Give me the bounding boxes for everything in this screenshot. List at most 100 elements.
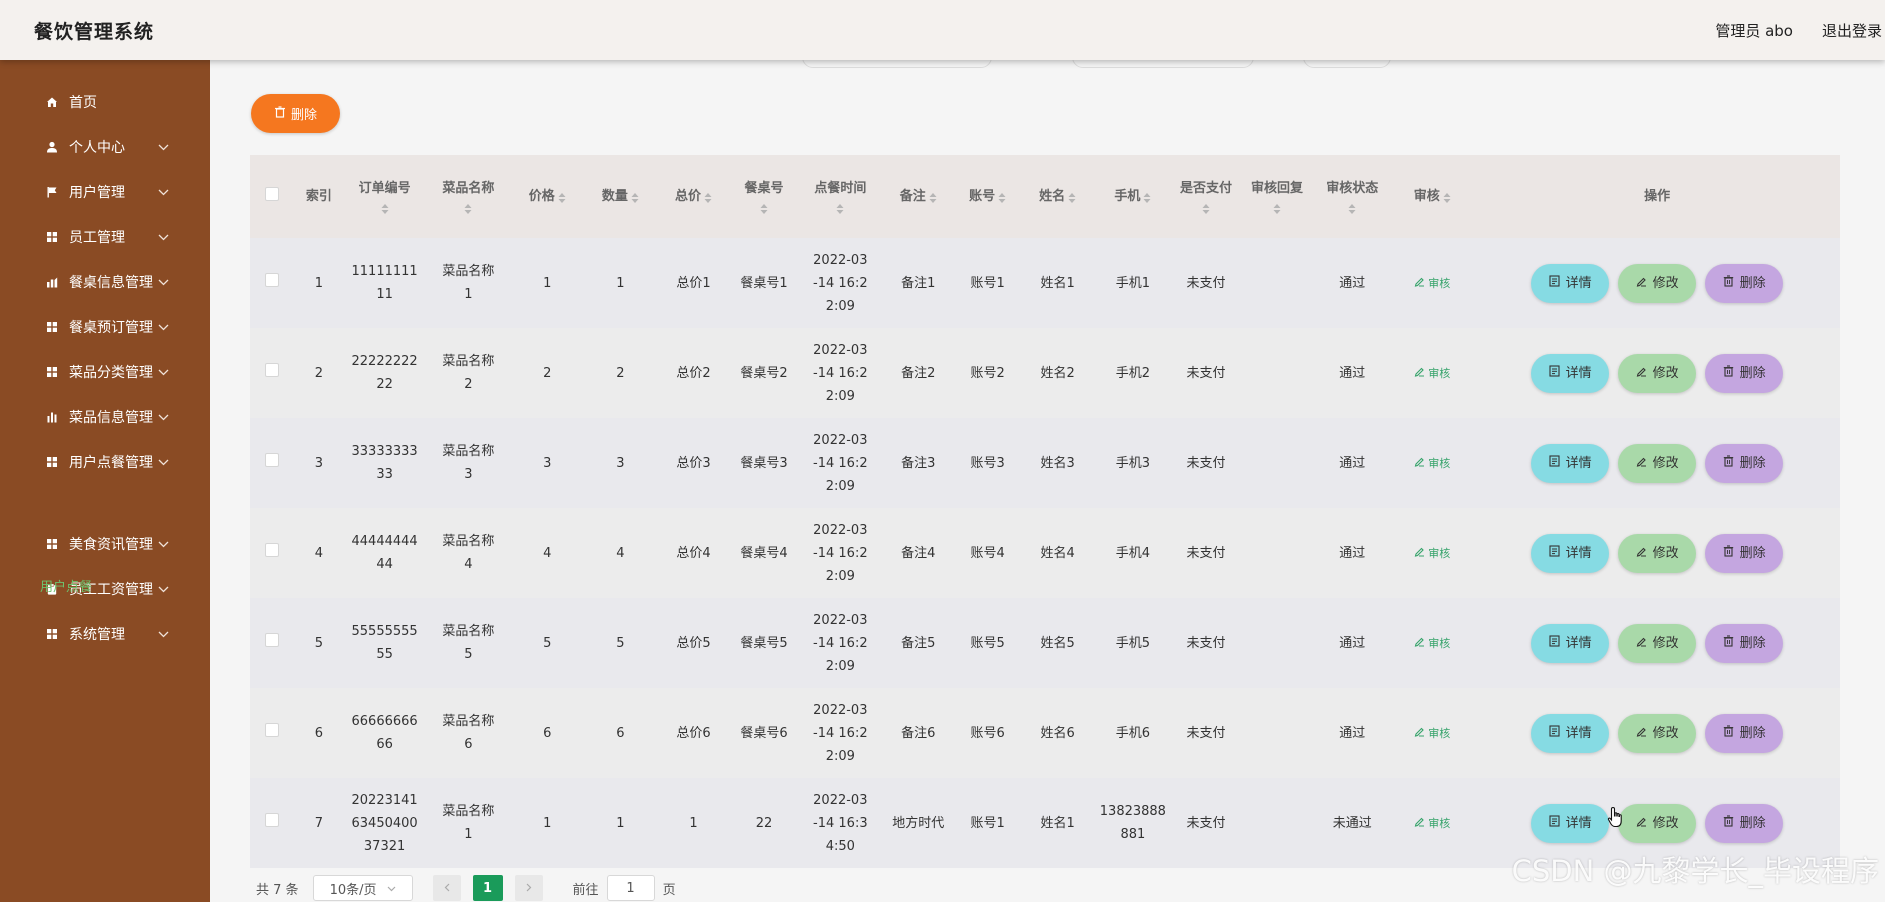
detail-button[interactable]: 详情 (1531, 623, 1610, 663)
detail-button[interactable]: 详情 (1531, 713, 1610, 753)
batch-delete-button[interactable]: 删除 (251, 94, 340, 133)
sort-icon[interactable] (704, 191, 712, 203)
sort-icon[interactable] (1348, 202, 1356, 214)
row-checkbox[interactable] (265, 272, 280, 287)
delete-button[interactable]: 删除 (1705, 803, 1784, 843)
sidebar-item-11[interactable]: 系统管理 (0, 614, 210, 654)
sort-icon[interactable] (836, 202, 844, 214)
sidebar-item-3[interactable]: 员工管理 (0, 217, 210, 257)
row-checkbox[interactable] (265, 722, 280, 737)
row-checkbox[interactable] (265, 452, 280, 467)
sort-icon[interactable] (760, 202, 768, 214)
sort-icon[interactable] (998, 191, 1006, 203)
sort-icon[interactable] (464, 202, 472, 214)
detail-button[interactable]: 详情 (1531, 533, 1610, 573)
delete-button[interactable]: 删除 (1705, 353, 1784, 393)
prev-page-button[interactable] (432, 875, 461, 901)
goto-label: 前往 (572, 882, 599, 898)
chevron-down-icon (158, 626, 170, 638)
column-header[interactable]: 是否支付 (1172, 155, 1240, 238)
column-header[interactable]: 订单编号 (343, 155, 426, 238)
sort-icon[interactable] (1143, 191, 1151, 203)
audit-link[interactable]: 审核 (1414, 272, 1450, 295)
sort-icon[interactable] (929, 191, 937, 203)
column-header[interactable]: 审核回复 (1240, 155, 1314, 238)
sidebar-subitem-user-ordering[interactable]: 用户点餐 (40, 576, 92, 595)
delete-button[interactable]: 删除 (1705, 713, 1784, 753)
audit-link[interactable]: 审核 (1414, 542, 1450, 565)
logout-link[interactable]: 退出登录 (1822, 20, 1882, 41)
detail-label: 详情 (1565, 545, 1592, 561)
sort-icon[interactable] (1068, 191, 1076, 203)
column-header[interactable]: 菜品名称 (426, 155, 511, 238)
delete-button[interactable]: 删除 (1705, 263, 1784, 303)
edit-button[interactable]: 修改 (1618, 713, 1697, 753)
cell-status: 通过 (1314, 688, 1390, 778)
column-header[interactable]: 价格 (511, 155, 584, 238)
sidebar-item-0[interactable]: 首页 (0, 82, 210, 122)
grid-icon (44, 626, 60, 642)
detail-button[interactable]: 详情 (1531, 263, 1610, 303)
edit-button[interactable]: 修改 (1618, 263, 1697, 303)
sidebar-item-10[interactable]: 员工工资管理 (0, 569, 210, 609)
detail-button[interactable]: 详情 (1531, 353, 1610, 393)
sort-icon[interactable] (558, 191, 566, 203)
cell-phone: 手机6 (1094, 688, 1172, 778)
row-checkbox[interactable] (265, 632, 280, 647)
detail-button[interactable]: 详情 (1531, 803, 1610, 843)
audit-link[interactable]: 审核 (1414, 812, 1450, 835)
goto-page-input[interactable]: 1 (606, 875, 655, 901)
row-checkbox[interactable] (265, 362, 280, 377)
pencil-icon (1414, 272, 1425, 295)
column-header[interactable]: 餐桌号 (730, 155, 798, 238)
cell-audit: 审核 (1390, 688, 1474, 778)
column-header[interactable]: 备注 (883, 155, 954, 238)
column-header[interactable]: 审核状态 (1314, 155, 1390, 238)
delete-button[interactable]: 删除 (1705, 623, 1784, 663)
row-checkbox[interactable] (265, 542, 280, 557)
sort-icon[interactable] (1202, 202, 1210, 214)
audit-link[interactable]: 审核 (1414, 722, 1450, 745)
column-header[interactable]: 账号 (954, 155, 1022, 238)
next-page-button[interactable] (514, 875, 543, 901)
column-header[interactable]: 审核 (1390, 155, 1474, 238)
delete-button[interactable]: 删除 (1705, 443, 1784, 483)
delete-label: 删除 (1739, 815, 1766, 831)
audit-link[interactable]: 审核 (1414, 362, 1450, 385)
sidebar-item-6[interactable]: 菜品分类管理 (0, 352, 210, 392)
edit-button[interactable]: 修改 (1618, 353, 1697, 393)
sidebar-item-9[interactable]: 美食资讯管理 (0, 524, 210, 564)
column-header[interactable]: 数量 (584, 155, 657, 238)
sidebar-item-1[interactable]: 个人中心 (0, 127, 210, 167)
column-header[interactable]: 索引 (295, 155, 344, 238)
sort-icon[interactable] (381, 202, 389, 214)
cell-text: 总价6 (676, 725, 711, 741)
sort-icon[interactable] (631, 191, 639, 203)
edit-button[interactable]: 修改 (1618, 623, 1697, 663)
select-all-checkbox[interactable] (265, 186, 280, 201)
page-size-select[interactable]: 10条/页 (312, 875, 413, 901)
page-number-current[interactable]: 1 (472, 875, 503, 901)
audit-link[interactable]: 审核 (1414, 632, 1450, 655)
sidebar-item-5[interactable]: 餐桌预订管理 (0, 307, 210, 347)
column-header[interactable]: 点餐时间 (798, 155, 883, 238)
column-header[interactable]: 姓名 (1022, 155, 1094, 238)
audit-link[interactable]: 审核 (1414, 452, 1450, 475)
sidebar-item-7[interactable]: 菜品信息管理 (0, 397, 210, 437)
edit-button[interactable]: 修改 (1618, 533, 1697, 573)
audit-label: 审核 (1428, 546, 1451, 560)
sidebar-item-4[interactable]: 餐桌信息管理 (0, 262, 210, 302)
sort-icon[interactable] (1443, 191, 1451, 203)
cell-dish: 菜品名称4 (426, 508, 511, 598)
detail-button[interactable]: 详情 (1531, 443, 1610, 483)
edit-button[interactable]: 修改 (1618, 443, 1697, 483)
sidebar-item-8[interactable]: 用户点餐管理 (0, 442, 210, 482)
sidebar-item-2[interactable]: 用户管理 (0, 172, 210, 212)
column-header[interactable]: 手机 (1094, 155, 1172, 238)
edit-button[interactable]: 修改 (1618, 803, 1697, 843)
column-header[interactable]: 总价 (657, 155, 730, 238)
delete-button[interactable]: 删除 (1705, 533, 1784, 573)
sort-icon[interactable] (1273, 202, 1281, 214)
row-checkbox[interactable] (265, 812, 280, 827)
cell-text: 2222222222 (351, 354, 418, 392)
